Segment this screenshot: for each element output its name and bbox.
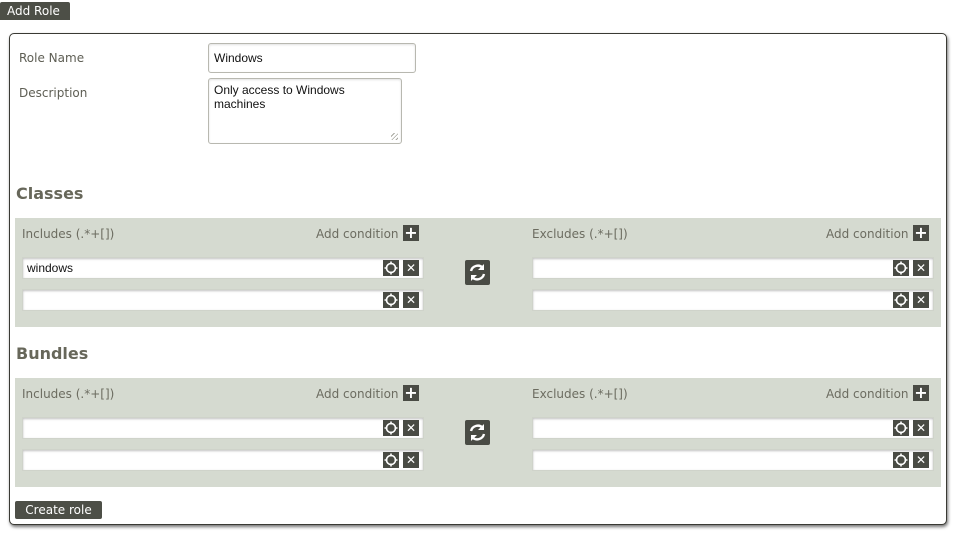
target-icon[interactable] [383,292,399,308]
classes-excludes-add-label[interactable]: Add condition [826,227,909,241]
bundles-excludes-add-button[interactable]: + [913,385,929,401]
close-icon[interactable]: ✕ [913,452,929,468]
classes-include-input-1[interactable]: windows [22,257,424,279]
close-icon[interactable]: ✕ [913,260,929,276]
bundles-exclude-input-1[interactable] [532,417,934,439]
swap-icon[interactable] [465,420,490,445]
bundles-exclude-input-2[interactable] [532,449,934,471]
bundles-include-input-2[interactable] [22,449,424,471]
bundles-excludes-label: Excludes (.*+[]) [532,387,628,401]
role-name-label: Role Name [19,51,85,65]
bundles-includes-add-button[interactable]: + [403,385,419,401]
classes-exclude-input-1[interactable] [532,257,934,279]
target-icon[interactable] [893,292,909,308]
page-title: Add Role [0,2,70,20]
target-icon[interactable] [893,452,909,468]
close-icon[interactable]: ✕ [913,292,929,308]
role-name-input[interactable]: Windows [208,43,416,73]
target-icon[interactable] [383,452,399,468]
bundles-excludes-add-label[interactable]: Add condition [826,387,909,401]
classes-includes-add-button[interactable]: + [403,225,419,241]
target-icon[interactable] [383,420,399,436]
swap-icon[interactable] [465,260,490,285]
description-label: Description [19,86,88,100]
classes-include-input-2[interactable] [22,289,424,311]
close-icon[interactable]: ✕ [913,420,929,436]
target-icon[interactable] [893,420,909,436]
bundles-band: Includes (.*+[]) Add condition + Exclude… [15,378,941,487]
target-icon[interactable] [893,260,909,276]
classes-band: Includes (.*+[]) Add condition + Exclude… [15,218,941,327]
classes-excludes-label: Excludes (.*+[]) [532,227,628,241]
resize-grip-icon[interactable] [391,133,398,140]
close-icon[interactable]: ✕ [403,260,419,276]
add-role-panel: Role Name Windows Description Only acces… [9,33,947,525]
close-icon[interactable]: ✕ [403,452,419,468]
bundles-includes-label: Includes (.*+[]) [22,387,115,401]
close-icon[interactable]: ✕ [403,292,419,308]
close-icon[interactable]: ✕ [403,420,419,436]
classes-excludes-add-button[interactable]: + [913,225,929,241]
classes-includes-label: Includes (.*+[]) [22,227,115,241]
classes-exclude-input-2[interactable] [532,289,934,311]
description-textarea[interactable]: Only access to Windows machines [208,78,402,144]
classes-includes-add-label[interactable]: Add condition [316,227,399,241]
description-text: Only access to Windows machines [214,83,345,111]
classes-title: Classes [16,184,84,203]
bundles-includes-add-label[interactable]: Add condition [316,387,399,401]
create-role-button[interactable]: Create role [15,501,102,519]
target-icon[interactable] [383,260,399,276]
bundles-include-input-1[interactable] [22,417,424,439]
bundles-title: Bundles [16,344,89,363]
